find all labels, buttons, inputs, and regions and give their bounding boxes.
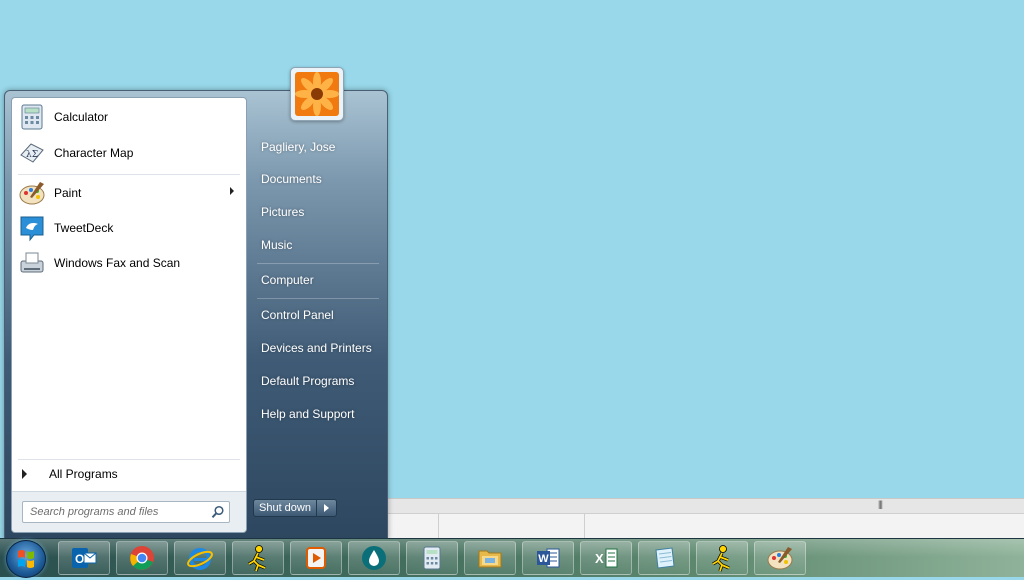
taskbar-chrome[interactable] (116, 541, 168, 575)
places-pane: Pagliery, Jose Documents Pictures Music … (249, 91, 387, 539)
horizontal-scrollbar[interactable]: ||| (386, 499, 1024, 514)
pinned-divider (18, 174, 240, 175)
taskbar-aim[interactable] (232, 541, 284, 575)
svg-text:W: W (538, 553, 549, 565)
chrome-icon (130, 546, 154, 570)
calculator-icon (423, 546, 441, 570)
character-map-icon: λΣ (18, 139, 46, 167)
user-folder-link[interactable]: Pagliery, Jose (253, 134, 381, 160)
taskbar-aim-2[interactable] (696, 541, 748, 575)
search-icon[interactable] (211, 505, 225, 519)
computer-link[interactable]: Computer (253, 267, 381, 293)
expand-arrow-icon (22, 469, 27, 479)
all-programs-button[interactable]: All Programs (16, 464, 242, 484)
aim-icon (248, 545, 266, 572)
search-area (12, 491, 246, 532)
places-divider (257, 298, 379, 299)
taskbar-word[interactable]: W (522, 541, 574, 575)
program-label: Windows Fax and Scan (54, 256, 181, 270)
start-menu: Calculator λΣ Character Map Paint TweetD… (4, 67, 388, 540)
fax-scan-icon (18, 249, 46, 277)
all-programs-label: All Programs (49, 467, 118, 481)
default-programs-link[interactable]: Default Programs (253, 368, 381, 394)
places-divider (257, 263, 379, 264)
media-player-icon (306, 547, 326, 569)
pictures-link[interactable]: Pictures (253, 199, 381, 225)
music-link[interactable]: Music (253, 232, 381, 258)
program-tweetdeck[interactable]: TweetDeck (16, 211, 242, 245)
outlook-icon: O (72, 548, 97, 568)
aim-icon (712, 545, 730, 572)
taskbar-calculator[interactable] (406, 541, 458, 575)
scrollbar-grip-icon[interactable]: ||| (878, 499, 883, 509)
svg-text:X: X (595, 551, 604, 566)
programs-pane: Calculator λΣ Character Map Paint TweetD… (11, 97, 247, 533)
windows-logo-icon (18, 550, 34, 568)
taskbar-droplet-app[interactable] (348, 541, 400, 575)
background-window: ||| (386, 498, 1024, 539)
tweetdeck-icon (18, 214, 46, 242)
paint-icon (767, 547, 793, 570)
submenu-arrow-icon[interactable] (230, 187, 234, 195)
program-label: TweetDeck (54, 221, 114, 235)
calculator-icon (18, 103, 46, 131)
internet-explorer-icon (187, 548, 213, 570)
all-programs-divider (18, 459, 240, 460)
taskbar: O W X (0, 538, 1024, 578)
droplet-app-icon (362, 546, 386, 570)
taskbar-notepad[interactable] (638, 541, 690, 575)
devices-and-printers-link[interactable]: Devices and Printers (253, 335, 381, 361)
documents-link[interactable]: Documents (253, 166, 381, 192)
program-label: Calculator (54, 110, 109, 124)
paint-icon (18, 179, 46, 207)
shutdown-options-button[interactable] (317, 499, 337, 517)
taskbar-internet-explorer[interactable] (174, 541, 226, 575)
taskbar-media-player[interactable] (290, 541, 342, 575)
start-button[interactable] (6, 540, 46, 578)
taskbar-outlook[interactable]: O (58, 541, 110, 575)
status-bar (386, 514, 1024, 538)
taskbar-paint[interactable] (754, 541, 806, 575)
shutdown-controls: Shut down (253, 499, 337, 517)
taskbar-file-explorer[interactable] (464, 541, 516, 575)
help-and-support-link[interactable]: Help and Support (253, 401, 381, 427)
svg-text:O: O (75, 552, 84, 566)
notepad-icon (655, 547, 675, 569)
program-label: Character Map (54, 146, 134, 160)
search-box[interactable] (22, 501, 230, 523)
file-explorer-icon (478, 550, 502, 568)
program-label: Paint (54, 186, 82, 200)
program-paint[interactable]: Paint (16, 176, 242, 210)
program-windows-fax-and-scan[interactable]: Windows Fax and Scan (16, 246, 242, 280)
shutdown-button[interactable]: Shut down (253, 499, 317, 517)
excel-icon: X (595, 548, 618, 568)
program-character-map[interactable]: λΣ Character Map (16, 136, 242, 170)
control-panel-link[interactable]: Control Panel (253, 302, 381, 328)
status-separator (438, 514, 439, 538)
svg-text:λΣ: λΣ (26, 150, 38, 160)
program-calculator[interactable]: Calculator (16, 100, 242, 134)
status-separator (584, 514, 585, 538)
word-icon: W (537, 548, 560, 568)
search-input[interactable] (23, 502, 210, 522)
taskbar-excel[interactable]: X (580, 541, 632, 575)
